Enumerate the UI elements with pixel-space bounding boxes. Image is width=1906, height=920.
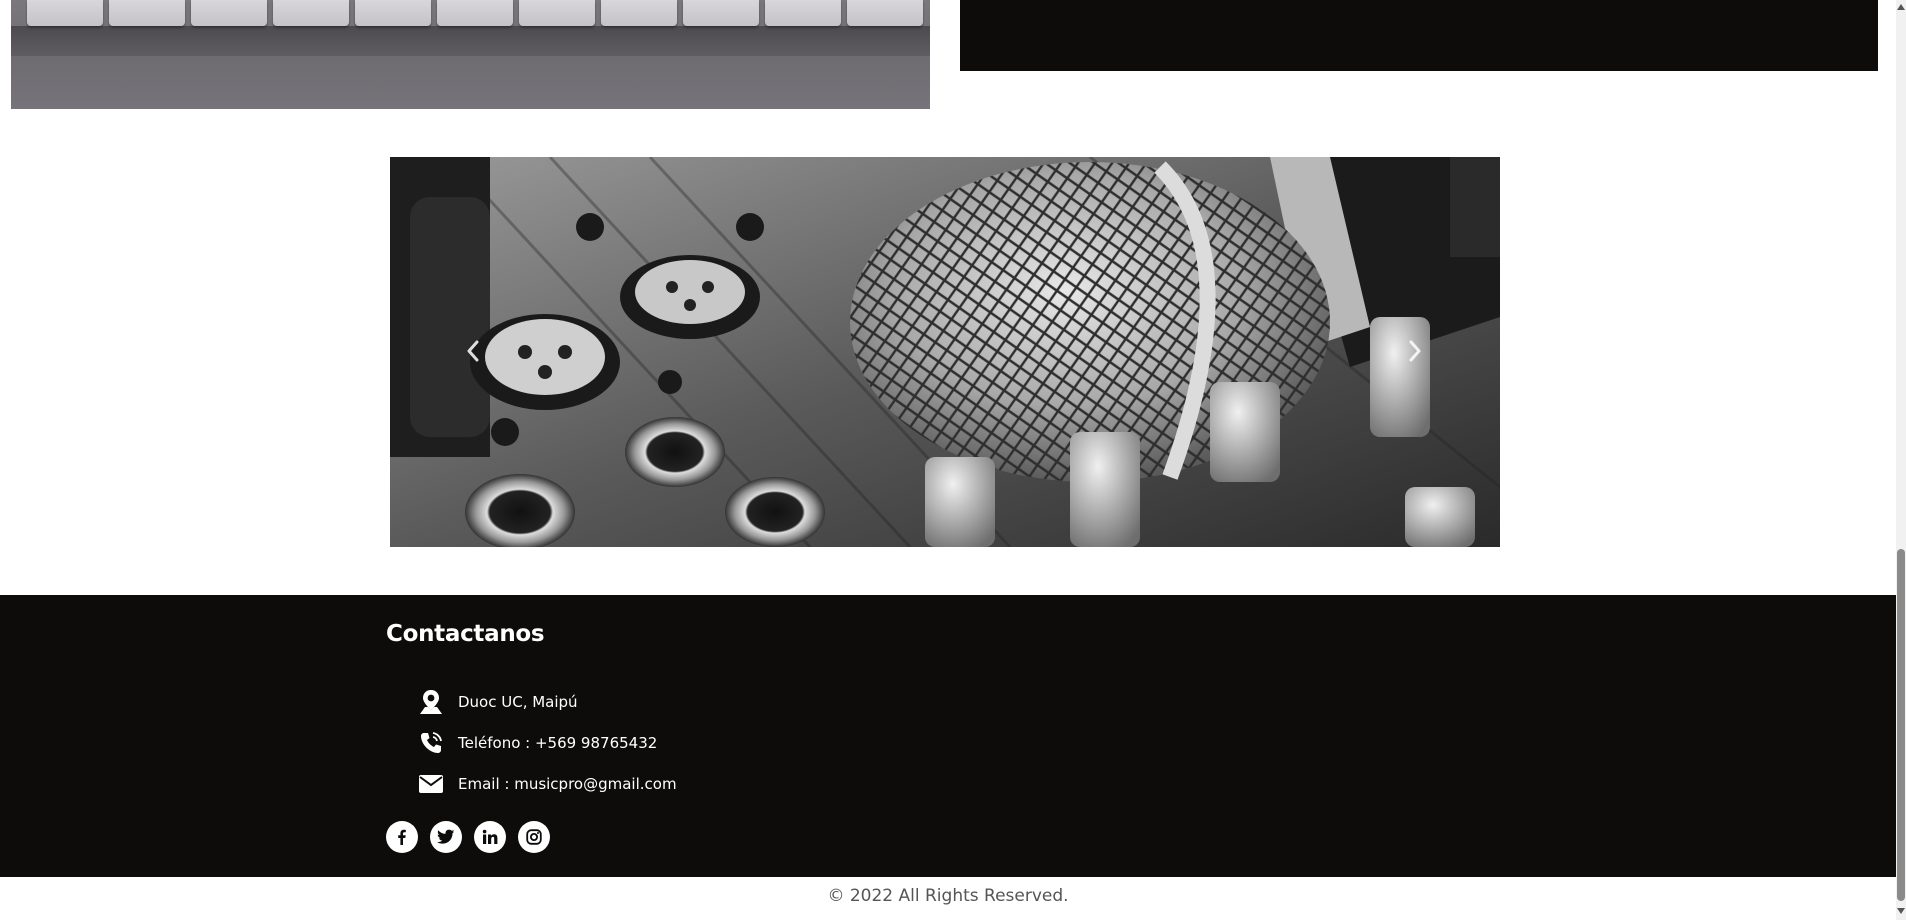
scroll-up-arrow-icon[interactable]: [1897, 2, 1905, 12]
facebook-icon: [398, 829, 406, 845]
page: Contactanos Duoc UC, Maipú Teléfono: +5…: [0, 0, 1906, 920]
phone-icon: [418, 730, 444, 756]
footer-title: Contactanos: [386, 621, 545, 647]
scroll-down-arrow-icon[interactable]: [1897, 906, 1905, 916]
microphone-mixer-image: [390, 157, 1500, 547]
contact-item-phone: Teléfono : +569 98765432: [418, 722, 677, 763]
social-links: [386, 821, 550, 853]
keyboard-image: [11, 0, 930, 109]
facebook-link[interactable]: [386, 821, 418, 853]
chevron-right-icon: [1409, 340, 1421, 362]
vertical-scrollbar[interactable]: [1896, 0, 1906, 920]
image-carousel[interactable]: [390, 157, 1500, 547]
contact-item-address: Duoc UC, Maipú: [418, 681, 677, 722]
chevron-left-icon: [467, 340, 479, 362]
contact-list: Duoc UC, Maipú Teléfono : +569 98765432: [418, 681, 677, 804]
email-text: Email : musicpro@gmail.com: [458, 774, 677, 793]
envelope-icon: [418, 771, 444, 797]
contact-item-email: Email : musicpro@gmail.com: [418, 763, 677, 804]
phone-text: Teléfono : +569 98765432: [458, 733, 658, 752]
instagram-icon: [526, 829, 542, 845]
instagram-link[interactable]: [518, 821, 550, 853]
dark-image-block: [960, 0, 1878, 71]
scrollbar-thumb[interactable]: [1897, 549, 1905, 901]
linkedin-icon: [482, 829, 498, 844]
address-text: Duoc UC, Maipú: [458, 692, 578, 711]
carousel-next-button[interactable]: [1400, 331, 1430, 371]
linkedin-link[interactable]: [474, 821, 506, 853]
twitter-icon: [437, 829, 455, 844]
copyright-text: © 2022 All Rights Reserved.: [827, 886, 1069, 906]
carousel-prev-button[interactable]: [458, 331, 488, 371]
twitter-link[interactable]: [430, 821, 462, 853]
footer: Contactanos Duoc UC, Maipú Teléfono: +5…: [0, 595, 1896, 877]
map-pin-icon: [418, 689, 444, 715]
